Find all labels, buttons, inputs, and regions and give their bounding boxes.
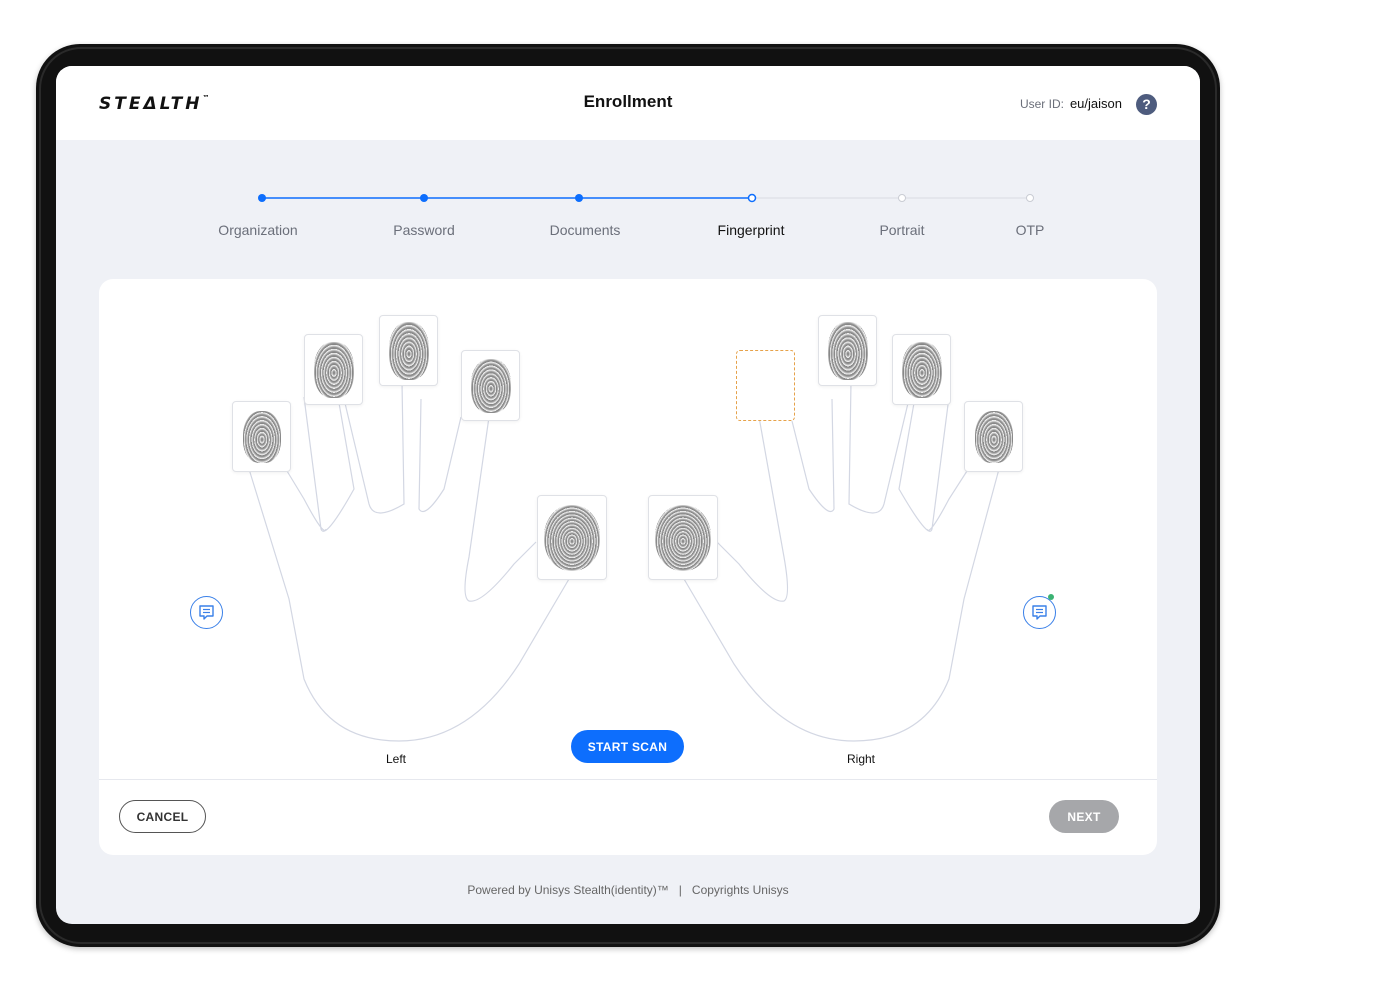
fingerprint-image bbox=[974, 410, 1013, 463]
user-id-value: eu/jaison bbox=[1069, 96, 1122, 111]
card-divider bbox=[99, 779, 1157, 780]
step-dot-documents bbox=[575, 194, 583, 202]
comment-icon bbox=[1032, 605, 1047, 620]
powered-by-text: Powered by Unisys Stealth(identity)™ bbox=[467, 883, 669, 897]
right-thumb-slot[interactable] bbox=[648, 495, 718, 580]
stepper-track bbox=[258, 193, 1034, 203]
fingerprint-image bbox=[827, 321, 868, 380]
fingerprint-image bbox=[388, 321, 429, 380]
comment-icon bbox=[199, 605, 214, 620]
new-comment-indicator bbox=[1048, 594, 1054, 600]
next-button[interactable]: NEXT bbox=[1049, 800, 1119, 833]
step-dot-portrait bbox=[898, 194, 906, 202]
help-icon[interactable]: ? bbox=[1136, 94, 1157, 115]
enrollment-stepper: Organization Password Documents Fingerpr… bbox=[56, 186, 1200, 246]
left-hand-label: Left bbox=[385, 752, 407, 766]
step-portrait[interactable]: Portrait bbox=[879, 222, 924, 238]
left-ring-finger-slot[interactable] bbox=[304, 334, 363, 405]
step-dot-fingerprint bbox=[747, 193, 757, 203]
right-ring-finger-slot[interactable] bbox=[892, 334, 951, 405]
right-hand-comment-button[interactable] bbox=[1023, 594, 1056, 629]
step-dot-password bbox=[420, 194, 428, 202]
right-middle-finger-slot[interactable] bbox=[818, 315, 877, 386]
start-scan-button[interactable]: START SCAN bbox=[571, 730, 684, 763]
right-little-finger-slot[interactable] bbox=[964, 401, 1023, 472]
hands-outline bbox=[248, 381, 1000, 742]
step-documents[interactable]: Documents bbox=[550, 222, 621, 238]
fingerprint-image bbox=[544, 504, 600, 571]
right-hand-outline bbox=[683, 381, 1000, 742]
fingerprint-image bbox=[655, 504, 711, 571]
app-header: STEΔLTH™ Enrollment User ID: eu/jaison ? bbox=[56, 66, 1200, 140]
right-hand-label: Right bbox=[846, 752, 876, 766]
fingerprint-image bbox=[313, 341, 354, 398]
user-id: User ID: eu/jaison bbox=[1020, 96, 1122, 111]
footer-separator: | bbox=[678, 883, 682, 897]
user-id-label: User ID: bbox=[1019, 97, 1064, 111]
app-screen: STEΔLTH™ Enrollment User ID: eu/jaison ? … bbox=[56, 66, 1200, 924]
step-fingerprint[interactable]: Fingerprint bbox=[718, 222, 785, 238]
cancel-button[interactable]: CANCEL bbox=[119, 800, 206, 833]
left-little-finger-slot[interactable] bbox=[232, 401, 291, 472]
left-hand-outline bbox=[248, 381, 570, 742]
fingerprint-image bbox=[901, 341, 942, 398]
step-password[interactable]: Password bbox=[393, 222, 454, 238]
fingerprint-image bbox=[470, 358, 511, 413]
step-otp[interactable]: OTP bbox=[1016, 222, 1045, 238]
fingerprint-image bbox=[242, 410, 281, 463]
step-dot-otp bbox=[1026, 194, 1034, 202]
step-organization[interactable]: Organization bbox=[218, 222, 297, 238]
fingerprint-card: Left Right START SCAN CANCEL NEXT bbox=[99, 279, 1157, 855]
left-thumb-slot[interactable] bbox=[537, 495, 607, 580]
left-index-finger-slot[interactable] bbox=[461, 350, 520, 421]
right-index-finger-slot[interactable] bbox=[736, 350, 795, 421]
step-dot-organization bbox=[258, 194, 266, 202]
left-hand-comment-button[interactable] bbox=[190, 596, 223, 629]
page-footer: Powered by Unisys Stealth(identity)™ | Cop… bbox=[56, 883, 1200, 897]
left-middle-finger-slot[interactable] bbox=[379, 315, 438, 386]
copyright-text: Copyrights Unisys bbox=[691, 883, 789, 897]
